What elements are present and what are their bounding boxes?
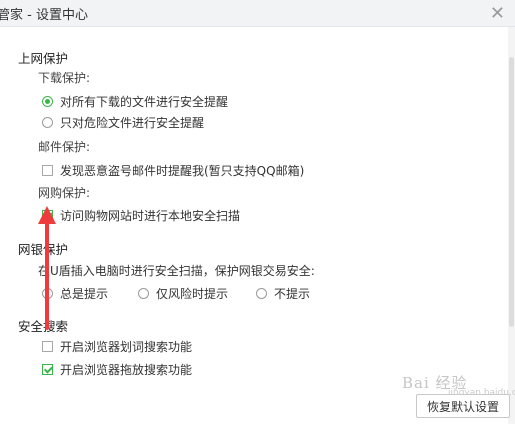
search-option-word-label: 开启浏览器划词搜索功能 [60, 339, 193, 354]
window-title: 管家 - 设置中心 [0, 8, 88, 23]
section-title-web-protection: 上网保护 [18, 51, 69, 66]
title-bar: 管家 - 设置中心 ✕ [0, 0, 515, 27]
close-icon[interactable]: ✕ [490, 3, 505, 24]
checkbox-icon[interactable] [42, 340, 53, 352]
mail-option-phishing-label: 发现恶意盗号邮件时提醒我(暂只支持QQ邮箱) [60, 163, 305, 178]
banking-option-risk[interactable]: 仅风险时提示 [138, 285, 228, 301]
mail-protection-label: 邮件保护: [38, 140, 91, 154]
next-section-title-cut [18, 394, 78, 400]
shopping-option-scan-label: 访问购物网站时进行本地安全扫描 [60, 208, 241, 223]
mail-option-phishing[interactable]: 发现恶意盗号邮件时提醒我(暂只支持QQ邮箱) [42, 162, 304, 178]
banking-option-never[interactable]: 不提示 [256, 285, 310, 301]
search-option-drag-label: 开启浏览器拖放搜索功能 [60, 362, 193, 377]
radio-icon[interactable] [138, 287, 149, 299]
banking-description: 在U盾插入电脑时进行安全扫描，保护网银交易安全: [38, 264, 315, 278]
annotation-arrow-icon [38, 206, 56, 330]
download-option-all[interactable]: 对所有下载的文件进行安全提醒 [42, 93, 228, 109]
checkbox-checked-icon[interactable] [42, 363, 53, 375]
banking-option-never-label: 不提示 [274, 286, 311, 301]
checkbox-icon[interactable] [42, 164, 53, 176]
radio-icon[interactable] [256, 287, 267, 299]
shopping-protection-label: 网购保护: [38, 186, 91, 200]
download-option-dangerous-label: 只对危险文件进行安全提醒 [60, 115, 205, 130]
search-option-drag[interactable]: 开启浏览器拖放搜索功能 [42, 361, 192, 377]
download-option-dangerous[interactable]: 只对危险文件进行安全提醒 [42, 114, 204, 130]
download-protection-label: 下载保护: [38, 71, 91, 85]
banking-option-always-label: 总是提示 [60, 286, 109, 301]
banking-option-risk-label: 仅风险时提示 [156, 286, 229, 301]
scrollbar-thumb[interactable] [509, 57, 514, 327]
radio-icon[interactable] [42, 116, 53, 128]
search-option-word[interactable]: 开启浏览器划词搜索功能 [42, 338, 192, 354]
radio-icon-selected[interactable] [42, 95, 53, 107]
restore-defaults-button[interactable]: 恢复默认设置 [416, 394, 510, 418]
download-option-all-label: 对所有下载的文件进行安全提醒 [60, 94, 229, 109]
scrollbar[interactable] [508, 27, 515, 424]
shopping-option-scan[interactable]: 访问购物网站时进行本地安全扫描 [42, 207, 240, 223]
